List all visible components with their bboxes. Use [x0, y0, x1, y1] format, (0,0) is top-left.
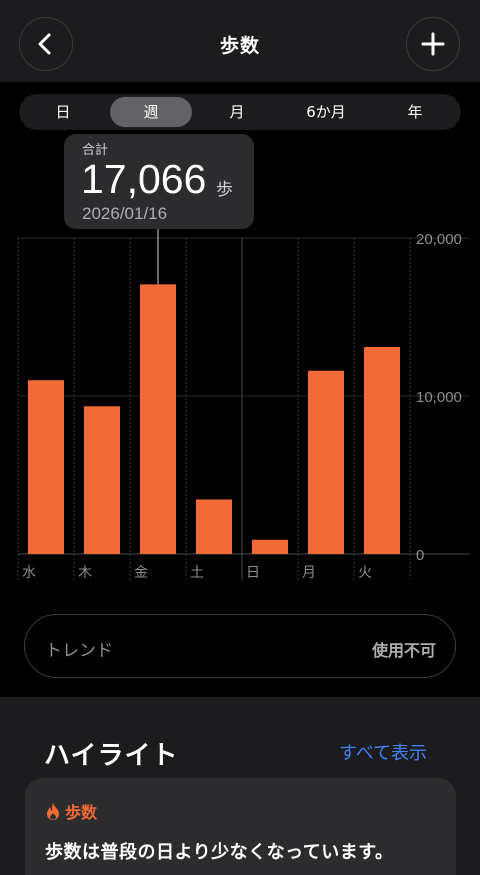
selection-tooltip: 合計 17,066 歩 2026/01/16 [64, 134, 254, 229]
highlight-card[interactable]: 歩数 歩数は普段の日より少なくなっています。 [25, 778, 456, 875]
x-tick-label: 金 [134, 565, 148, 581]
x-tick-label: 木 [78, 565, 92, 581]
trend-row[interactable]: トレンド 使用不可 [24, 614, 456, 678]
y-tick-label: 0 [416, 547, 424, 564]
x-tick-label: 月 [302, 565, 316, 581]
x-tick-label: 土 [190, 565, 204, 581]
bar [252, 539, 288, 554]
bar [140, 284, 176, 554]
bar [84, 406, 120, 554]
tooltip-unit: 歩 [216, 180, 233, 200]
x-tick-label: 火 [358, 565, 372, 581]
highlight-category: 歩数 [65, 803, 98, 822]
bar [308, 370, 344, 554]
bar [364, 347, 400, 554]
x-tick-label: 日 [246, 565, 260, 581]
highlights-section: ハイライト すべて表示 歩数 歩数は普段の日より少なくなっています。 [0, 697, 480, 875]
y-tick-label: 10,000 [416, 389, 462, 406]
bar [196, 499, 232, 554]
steps-bar-chart: 0 10,000 20,000 水 木 金 土 日 月 火 [17, 229, 470, 581]
highlight-message: 歩数は普段の日より少なくなっています。 [45, 842, 394, 863]
highlights-title: ハイライト [44, 741, 179, 771]
tooltip-value: 17,066 [81, 156, 207, 202]
x-tick-label: 水 [22, 565, 36, 581]
y-tick-label: 20,000 [416, 231, 462, 248]
highlight-card-header: 歩数 [45, 799, 97, 823]
trend-label: トレンド [45, 641, 113, 661]
tooltip-date: 2026/01/16 [82, 204, 168, 223]
trend-status: 使用不可 [371, 641, 436, 660]
show-all-link[interactable]: すべて表示 [339, 739, 427, 765]
flame-icon [47, 802, 59, 820]
bar [28, 380, 64, 554]
